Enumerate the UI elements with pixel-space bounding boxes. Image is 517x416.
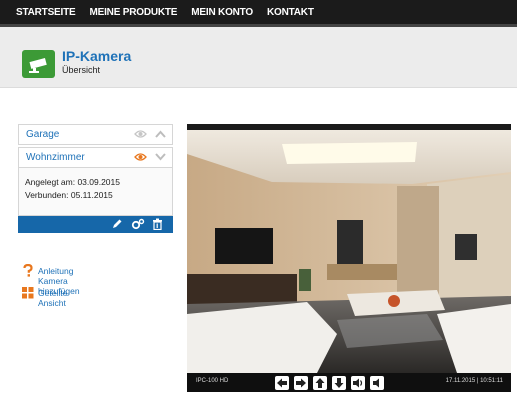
speaker-on-icon	[353, 378, 363, 388]
chevron-up-icon[interactable]	[155, 130, 166, 138]
pan-left-button[interactable]	[275, 376, 289, 390]
video-feed[interactable]: IPC-100 HD 17.11.2015 | 10:51:11	[187, 124, 511, 392]
camera-details: Angelegt am: 03.09.2015 Verbunden: 05.11…	[18, 168, 173, 216]
camera-item-wohnzimmer[interactable]: Wohnzimmer	[18, 147, 173, 168]
settings-icon[interactable]	[131, 218, 145, 230]
trash-icon[interactable]	[152, 218, 163, 230]
nav-kontakt[interactable]: KONTAKT	[267, 7, 314, 18]
question-icon	[23, 264, 33, 277]
camera-item-label: Garage	[26, 129, 60, 140]
chevron-down-icon[interactable]	[155, 153, 166, 161]
nav-mein-konto[interactable]: MEIN KONTO	[191, 7, 253, 18]
volume-on-button[interactable]	[351, 376, 365, 390]
camera-icon	[22, 50, 55, 78]
eye-icon[interactable]	[134, 129, 147, 139]
split-view-label: Geteilte Ansicht	[38, 288, 68, 308]
tilt-up-button[interactable]	[313, 376, 327, 390]
nav-startseite[interactable]: STARTSEITE	[16, 7, 76, 18]
camera-image	[187, 124, 511, 373]
arrow-up-icon	[315, 378, 325, 388]
mute-button[interactable]	[370, 376, 384, 390]
camera-item-garage[interactable]: Garage	[18, 124, 173, 145]
page-subtitle: Übersicht	[62, 65, 101, 75]
camera-list: Garage Wohnzimmer Angelegt am: 03.09.201…	[18, 124, 173, 233]
connected-date: Verbunden: 05.11.2015	[25, 190, 113, 200]
eye-icon[interactable]	[134, 152, 147, 162]
edit-icon[interactable]	[111, 218, 123, 230]
grid-icon	[22, 287, 34, 299]
top-navigation: STARTSEITE MEINE PRODUKTE MEIN KONTO KON…	[0, 0, 517, 27]
nav-meine-produkte[interactable]: MEINE PRODUKTE	[90, 7, 178, 18]
arrow-left-icon	[277, 378, 287, 388]
speaker-icon	[373, 378, 379, 388]
camera-id-label: IPC-100 HD	[196, 378, 229, 384]
created-date: Angelegt am: 03.09.2015	[25, 177, 120, 187]
video-timestamp: 17.11.2015 | 10:51:11	[445, 378, 503, 384]
arrow-right-icon	[296, 378, 306, 388]
tilt-down-button[interactable]	[332, 376, 346, 390]
page-title: IP-Kamera	[62, 48, 132, 64]
arrow-down-icon	[334, 378, 344, 388]
video-controls-bar: IPC-100 HD 17.11.2015 | 10:51:11	[187, 373, 511, 392]
camera-item-label: Wohnzimmer	[26, 152, 85, 163]
pan-right-button[interactable]	[294, 376, 308, 390]
camera-toolbar	[18, 216, 173, 233]
